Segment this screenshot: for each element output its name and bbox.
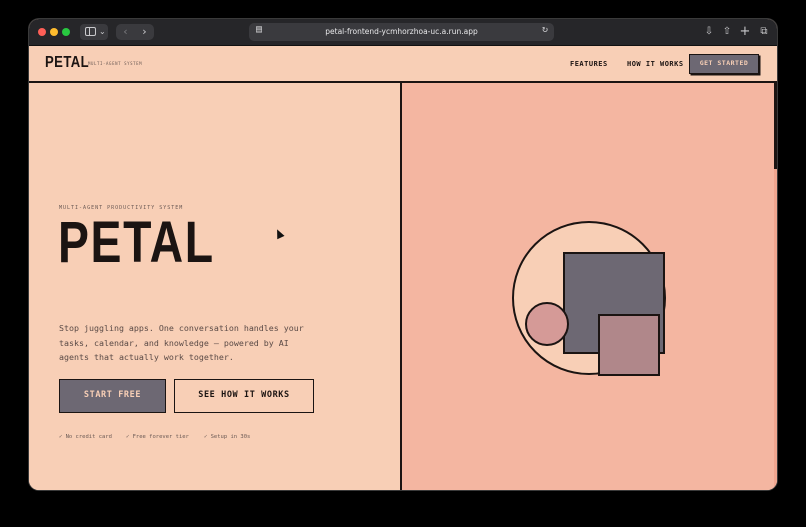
site-nav: PETAL MULTI-AGENT SYSTEM FEATURES HOW IT…: [29, 46, 777, 83]
start-free-button[interactable]: START FREE: [59, 379, 166, 413]
nav-link-features[interactable]: FEATURES: [570, 60, 608, 68]
hero-left-panel: MULTI-AGENT PRODUCTIVITY SYSTEM PETAL St…: [29, 83, 400, 490]
perk-setup-time: ✓ Setup in 30s: [204, 434, 251, 440]
mouse-cursor-icon: [273, 227, 285, 240]
web-page: PETAL MULTI-AGENT SYSTEM FEATURES HOW IT…: [29, 46, 777, 490]
chevron-down-icon: ⌄: [99, 27, 106, 36]
perk-no-credit-card: ✓ No credit card: [59, 434, 112, 440]
small-circle-shape: [525, 302, 569, 346]
download-icon[interactable]: ⇩: [701, 24, 717, 40]
back-button[interactable]: ‹: [116, 24, 135, 40]
reload-icon[interactable]: ↻: [542, 24, 548, 35]
hero-illustration-panel: [402, 83, 777, 490]
hero-description: Stop juggling apps. One conversation han…: [59, 323, 304, 362]
browser-window: ⌄ ‹ › ▤ petal-frontend-ycmhorzhoa-uc.a.r…: [29, 19, 777, 490]
plus-icon[interactable]: +: [737, 24, 753, 40]
hero-title: PETAL: [58, 210, 215, 275]
minimize-window-button[interactable]: [50, 28, 58, 36]
close-window-button[interactable]: [38, 28, 46, 36]
scrollbar-thumb[interactable]: [774, 83, 777, 169]
address-bar[interactable]: ▤ petal-frontend-ycmhorzhoa-uc.a.run.app…: [249, 23, 554, 41]
browser-toolbar: ⌄ ‹ › ▤ petal-frontend-ycmhorzhoa-uc.a.r…: [29, 19, 777, 46]
forward-button[interactable]: ›: [135, 24, 154, 40]
tabs-overview-icon[interactable]: ⧉: [756, 24, 772, 40]
brand-logo[interactable]: PETAL: [45, 54, 89, 72]
url-text: petal-frontend-ycmhorzhoa-uc.a.run.app: [325, 27, 478, 36]
nav-link-how-it-works[interactable]: HOW IT WORKS: [627, 60, 684, 68]
zoom-window-button[interactable]: [62, 28, 70, 36]
perk-free-tier: ✓ Free forever tier: [126, 434, 189, 440]
share-icon[interactable]: ⇧: [719, 24, 735, 40]
sidebar-toggle-button[interactable]: ⌄: [80, 24, 108, 40]
brand-tagline: MULTI-AGENT SYSTEM: [88, 61, 143, 66]
see-how-it-works-button[interactable]: SEE HOW IT WORKS: [174, 379, 314, 413]
geometric-illustration: [512, 221, 666, 376]
sidebar-icon: [85, 27, 96, 36]
history-nav: ‹ ›: [116, 24, 154, 40]
small-square-shape: [598, 314, 660, 376]
page-scrollbar[interactable]: [774, 83, 777, 490]
get-started-button[interactable]: GET STARTED: [689, 54, 759, 74]
